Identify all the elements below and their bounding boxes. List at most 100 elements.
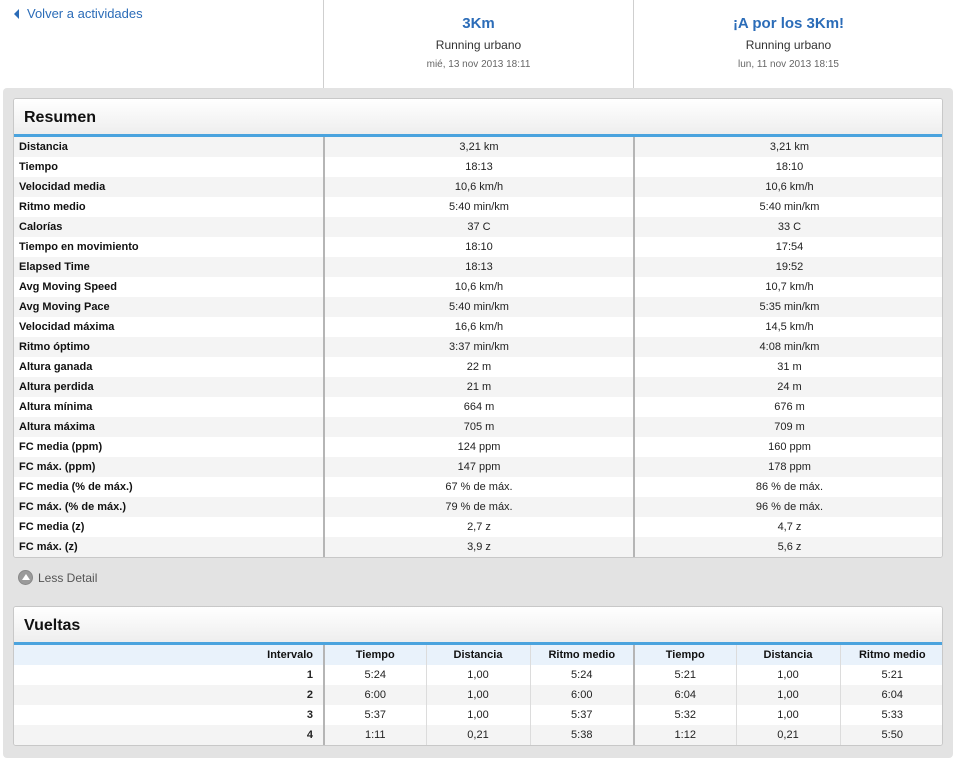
metric-value-activity-2: 24 m xyxy=(633,377,942,397)
metric-label: Velocidad media xyxy=(14,177,324,197)
lap-value: 5:38 xyxy=(529,725,634,745)
metric-value-activity-2: 160 ppm xyxy=(633,437,942,457)
metric-label: Calorías xyxy=(14,217,324,237)
table-row: Distancia 3,21 km 3,21 km xyxy=(14,137,942,157)
summary-panel: Resumen Distancia 3,21 km 3,21 km Tiempo 18:… xyxy=(13,98,943,558)
comparison-area: Resumen Distancia 3,21 km 3,21 km Tiempo 18:… xyxy=(3,88,953,758)
metric-value-activity-2: 14,5 km/h xyxy=(633,317,942,337)
metric-value-activity-1: 5:40 min/km xyxy=(323,197,634,217)
metric-value-activity-1: 21 m xyxy=(323,377,634,397)
activity-type: Running urbano xyxy=(745,38,832,52)
table-row: FC media (ppm) 124 ppm 160 ppm xyxy=(14,437,942,457)
back-link-label: Volver a actividades xyxy=(27,6,143,21)
metric-value-activity-2: 10,7 km/h xyxy=(633,277,942,297)
metric-label: Ritmo medio xyxy=(14,197,324,217)
lap-value: 5:32 xyxy=(633,705,736,725)
metric-value-activity-2: 5,6 z xyxy=(633,537,942,557)
table-row: 3 5:37 1,00 5:37 5:32 1,00 5:33 xyxy=(14,705,942,725)
table-row: Elapsed Time 18:13 19:52 xyxy=(14,257,942,277)
lap-value: 5:21 xyxy=(633,665,736,685)
laps-title: Vueltas xyxy=(14,607,942,645)
lap-value: 5:37 xyxy=(529,705,634,725)
lap-value: 5:37 xyxy=(323,705,426,725)
laps-table: Intervalo Tiempo Distancia Ritmo medio Tiemp… xyxy=(14,645,942,745)
column-header: Distancia xyxy=(425,645,530,665)
metric-value-activity-1: 3,21 km xyxy=(323,137,634,157)
metric-label: Distancia xyxy=(14,137,324,157)
metric-label: FC máx. (% de máx.) xyxy=(14,497,324,517)
lap-value: 1,00 xyxy=(425,665,530,685)
table-row: Calorías 37 C 33 C xyxy=(14,217,942,237)
metric-value-activity-1: 664 m xyxy=(323,397,634,417)
lap-value: 1,00 xyxy=(425,685,530,705)
metric-value-activity-2: 17:54 xyxy=(633,237,942,257)
table-row: FC media (z) 2,7 z 4,7 z xyxy=(14,517,942,537)
table-row: 1 5:24 1,00 5:24 5:21 1,00 5:21 xyxy=(14,665,942,685)
table-row: 2 6:00 1,00 6:00 6:04 1,00 6:04 xyxy=(14,685,942,705)
table-row: FC máx. (z) 3,9 z 5,6 z xyxy=(14,537,942,557)
activity-title[interactable]: 3Km xyxy=(324,15,633,33)
column-header: Intervalo xyxy=(14,645,324,665)
lap-value: 6:04 xyxy=(839,685,942,705)
metric-value-activity-2: 709 m xyxy=(633,417,942,437)
summary-title: Resumen xyxy=(14,99,942,137)
table-row: Velocidad máxima 16,6 km/h 14,5 km/h xyxy=(14,317,942,337)
metric-label: FC máx. (ppm) xyxy=(14,457,324,477)
metric-value-activity-2: 31 m xyxy=(633,357,942,377)
activity-column-2: ¡A por los 3Km! Running urbano lun, 11 n… xyxy=(633,0,943,88)
metric-value-activity-1: 67 % de máx. xyxy=(323,477,634,497)
metric-value-activity-1: 79 % de máx. xyxy=(323,497,634,517)
lap-number: 3 xyxy=(14,705,324,725)
metric-value-activity-1: 18:10 xyxy=(323,237,634,257)
metric-value-activity-2: 4,7 z xyxy=(633,517,942,537)
metric-value-activity-2: 33 C xyxy=(633,217,942,237)
metric-label: Tiempo en movimiento xyxy=(14,237,324,257)
metric-value-activity-1: 124 ppm xyxy=(323,437,634,457)
metric-label: FC media (% de máx.) xyxy=(14,477,324,497)
lap-value: 5:24 xyxy=(323,665,426,685)
lap-value: 5:50 xyxy=(839,725,942,745)
metric-label: Tiempo xyxy=(14,157,324,177)
metric-label: Altura perdida xyxy=(14,377,324,397)
metric-label: Avg Moving Speed xyxy=(14,277,324,297)
metric-value-activity-2: 19:52 xyxy=(633,257,942,277)
metric-label: Altura máxima xyxy=(14,417,324,437)
activity-title[interactable]: ¡A por los 3Km! xyxy=(634,15,943,33)
metric-label: FC media (z) xyxy=(14,517,324,537)
lap-number: 2 xyxy=(14,685,324,705)
table-row: Tiempo en movimiento 18:10 17:54 xyxy=(14,237,942,257)
back-link[interactable]: Volver a actividades xyxy=(14,6,143,21)
metric-value-activity-1: 705 m xyxy=(323,417,634,437)
lap-number: 1 xyxy=(14,665,324,685)
lap-value: 6:00 xyxy=(529,685,634,705)
table-row: FC media (% de máx.) 67 % de máx. 86 % de … xyxy=(14,477,942,497)
metric-label: Altura mínima xyxy=(14,397,324,417)
lap-value: 5:33 xyxy=(839,705,942,725)
metric-value-activity-1: 18:13 xyxy=(323,157,634,177)
metric-value-activity-2: 18:10 xyxy=(633,157,942,177)
activity-type: Running urbano xyxy=(435,38,522,52)
metric-value-activity-1: 18:13 xyxy=(323,257,634,277)
metric-value-activity-2: 86 % de máx. xyxy=(633,477,942,497)
metric-value-activity-2: 4:08 min/km xyxy=(633,337,942,357)
lap-value: 6:00 xyxy=(323,685,426,705)
metric-label: Altura ganada xyxy=(14,357,324,377)
table-row: Avg Moving Pace 5:40 min/km 5:35 min/km xyxy=(14,297,942,317)
lap-value: 0,21 xyxy=(735,725,840,745)
metric-label: Avg Moving Pace xyxy=(14,297,324,317)
header: Volver a actividades 3Km Running urbano … xyxy=(0,0,958,88)
metric-value-activity-1: 5:40 min/km xyxy=(323,297,634,317)
laps-panel: Vueltas Intervalo Tiempo Distancia Ritmo me… xyxy=(13,606,943,746)
table-row: Altura perdida 21 m 24 m xyxy=(14,377,942,397)
lap-value: 1,00 xyxy=(735,665,840,685)
metric-label: FC máx. (z) xyxy=(14,537,324,557)
column-header: Tiempo xyxy=(323,645,426,665)
table-row: Ritmo óptimo 3:37 min/km 4:08 min/km xyxy=(14,337,942,357)
less-detail-toggle[interactable]: Less Detail xyxy=(18,570,97,585)
metric-label: Elapsed Time xyxy=(14,257,324,277)
metric-value-activity-1: 10,6 km/h xyxy=(323,177,634,197)
table-row: FC máx. (% de máx.) 79 % de máx. 96 % de m… xyxy=(14,497,942,517)
table-row: Ritmo medio 5:40 min/km 5:40 min/km xyxy=(14,197,942,217)
metric-value-activity-1: 3:37 min/km xyxy=(323,337,634,357)
metric-label: Ritmo óptimo xyxy=(14,337,324,357)
